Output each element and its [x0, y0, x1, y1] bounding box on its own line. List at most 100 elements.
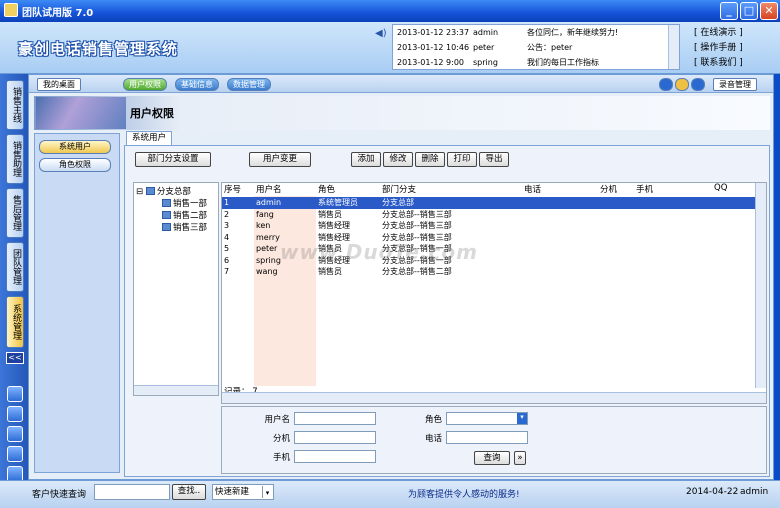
- tree-root[interactable]: ⊟ 分支总部: [136, 185, 191, 197]
- col-phone[interactable]: 电话: [524, 183, 541, 195]
- header-links: [ 在线演示 ] [ 操作手册 ] [ 联系我们 ]: [694, 26, 743, 71]
- quick-new-select[interactable]: 快速新建 ▾: [212, 484, 274, 500]
- phone-label: 电话: [424, 434, 442, 444]
- col-no[interactable]: 序号: [224, 183, 241, 195]
- banner-image: [36, 97, 126, 129]
- content-panel: 部门分支设置 用户变更 添加 修改 删除 打印 导出 ⊟ 分支总部 销售一部 销…: [124, 145, 770, 477]
- tab-data-mgmt[interactable]: 数据管理: [227, 78, 271, 91]
- folder-icon: [162, 223, 171, 231]
- calculator-icon[interactable]: [7, 446, 23, 462]
- note-icon[interactable]: [675, 78, 689, 91]
- nav-sales-assistant[interactable]: 销售助理: [6, 134, 24, 184]
- tree-item[interactable]: 销售二部: [162, 209, 207, 221]
- tab-system-users[interactable]: 系统用户: [126, 131, 173, 145]
- mobile-label: 手机: [272, 453, 290, 463]
- maximize-button[interactable]: □: [740, 2, 758, 20]
- mobile-input[interactable]: [294, 450, 376, 463]
- nav-system[interactable]: 系统管理: [6, 296, 24, 348]
- search-form: 用户名 角色 ▾ 分机 电话 手机 查询 »: [221, 406, 767, 474]
- dept-tree: ⊟ 分支总部 销售一部 销售二部 销售三部: [133, 182, 219, 396]
- window-title: 团队试用版 7.0: [22, 8, 94, 19]
- ext-input[interactable]: [294, 431, 376, 444]
- ext-label: 分机: [272, 434, 290, 444]
- online-demo-link[interactable]: [ 在线演示 ]: [694, 26, 743, 41]
- title-bar: 团队试用版 7.0 _ □ ✕: [0, 0, 780, 22]
- folder-icon: [145, 187, 155, 195]
- speaker-icon[interactable]: ◀): [375, 28, 387, 39]
- nav-after-sales[interactable]: 售后管理: [6, 188, 24, 238]
- status-date: 2014-04-22: [686, 487, 739, 497]
- col-ext[interactable]: 分机: [600, 183, 617, 195]
- tab-bar: 我的桌面 用户权限 基础信息 数据管理 录音管理: [29, 75, 773, 93]
- tree-item[interactable]: 销售一部: [162, 197, 207, 209]
- app-icon: [4, 3, 18, 17]
- table-vscrollbar[interactable]: [755, 183, 766, 388]
- slogan: 为顾客提供令人感动的服务!: [408, 490, 520, 500]
- col-qq[interactable]: QQ: [714, 183, 727, 193]
- col-role[interactable]: 角色: [318, 183, 335, 195]
- query-button[interactable]: 查询: [474, 451, 510, 465]
- username-label: 用户名: [264, 415, 290, 425]
- notice-scrollbar[interactable]: [668, 25, 679, 69]
- brand-title: 豪创电话销售管理系统: [18, 40, 179, 58]
- table-header: 序号 用户名 角色 部门分支 电话 分机 手机 QQ: [222, 183, 766, 196]
- export-button[interactable]: 导出: [479, 152, 509, 167]
- col-mobile[interactable]: 手机: [636, 183, 653, 195]
- table-row[interactable]: 2 fang 销售员 分支总部--销售三部: [222, 209, 756, 221]
- help-icon[interactable]: [691, 78, 705, 91]
- notice-row[interactable]: 2013-01-12 10:46 peter 公告：peter: [393, 40, 679, 55]
- col-dept[interactable]: 部门分支: [382, 183, 416, 195]
- globe-icon[interactable]: [7, 426, 23, 442]
- username-input[interactable]: [294, 412, 376, 425]
- more-button[interactable]: »: [514, 451, 526, 465]
- contact-link[interactable]: [ 联系我们 ]: [694, 56, 743, 71]
- nav-team[interactable]: 团队管理: [6, 242, 24, 292]
- delete-button[interactable]: 删除: [415, 152, 445, 167]
- role-select[interactable]: ▾: [446, 412, 528, 425]
- collapse-button[interactable]: <<: [6, 352, 24, 364]
- table-row[interactable]: 1 admin 系统管理员 分支总部: [222, 197, 756, 209]
- user-change-button[interactable]: 用户变更: [249, 152, 311, 167]
- app-header: 豪创电话销售管理系统 ◀) 2013-01-12 23:37 admin 各位同仁，…: [0, 22, 780, 74]
- minimize-button[interactable]: _: [720, 2, 738, 20]
- side-item-system-users[interactable]: 系统用户: [39, 140, 111, 154]
- side-panel: 系统用户 角色权限: [34, 133, 120, 473]
- table-hscrollbar[interactable]: [222, 392, 766, 403]
- user-icon[interactable]: [7, 386, 23, 402]
- my-desktop-button[interactable]: 我的桌面: [37, 78, 81, 91]
- table-row[interactable]: 7 wang 销售员 分支总部--销售二部: [222, 266, 756, 278]
- quick-search-label: 客户快速查询: [32, 490, 87, 500]
- tab-user-permission[interactable]: 用户权限: [123, 78, 167, 91]
- table-row[interactable]: 3 ken 销售经理 分支总部--销售三部: [222, 220, 756, 232]
- status-user: admin: [740, 487, 769, 497]
- phone-input[interactable]: [446, 431, 528, 444]
- user-table: 序号 用户名 角色 部门分支 电话 分机 手机 QQ 1 admin 系统管理员 分支…: [221, 182, 767, 404]
- folder-icon: [162, 199, 171, 207]
- dept-branch-button[interactable]: 部门分支设置: [135, 152, 211, 167]
- mail-icon[interactable]: [7, 406, 23, 422]
- add-button[interactable]: 添加: [351, 152, 381, 167]
- page-banner: 用户权限: [34, 96, 770, 130]
- chevron-down-icon: ▾: [262, 486, 272, 498]
- status-bar: 客户快速查询 查找.. 快速新建 ▾ 为顾客提供令人感动的服务! 2014-04-…: [0, 480, 780, 508]
- find-button[interactable]: 查找..: [172, 484, 206, 500]
- record-mgmt-button[interactable]: 录音管理: [713, 78, 757, 91]
- tree-scrollbar[interactable]: [134, 385, 218, 395]
- notice-row[interactable]: 2013-01-12 9:00 spring 我们的每日工作指标: [393, 55, 679, 70]
- side-item-role-permission[interactable]: 角色权限: [39, 158, 111, 172]
- left-nav: 销售主线 销售助理 售后管理 团队管理 系统管理 <<: [0, 74, 28, 482]
- tab-basic-info[interactable]: 基础信息: [175, 78, 219, 91]
- nav-sales-main[interactable]: 销售主线: [6, 80, 24, 130]
- manual-link[interactable]: [ 操作手册 ]: [694, 41, 743, 56]
- notice-row[interactable]: 2013-01-12 23:37 admin 各位同仁，新年继续努力!: [393, 25, 679, 40]
- quick-search-input[interactable]: [94, 484, 170, 500]
- refresh-icon[interactable]: [659, 78, 673, 91]
- watermark: www.DuoTe.com: [280, 240, 478, 264]
- edit-button[interactable]: 修改: [383, 152, 413, 167]
- close-button[interactable]: ✕: [760, 2, 778, 20]
- chevron-down-icon: ▾: [517, 413, 527, 424]
- tree-item[interactable]: 销售三部: [162, 221, 207, 233]
- main-area: 我的桌面 用户权限 基础信息 数据管理 录音管理 用户权限 系统用户 角色权限 …: [28, 74, 774, 480]
- col-username[interactable]: 用户名: [256, 183, 282, 195]
- print-button[interactable]: 打印: [447, 152, 477, 167]
